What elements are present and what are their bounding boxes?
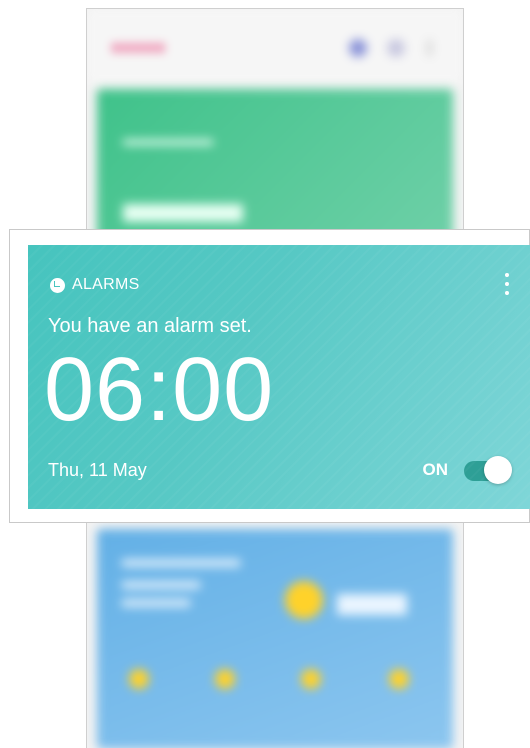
background-settings-icon xyxy=(387,39,405,57)
alarm-card-header: ALARMS xyxy=(50,276,140,294)
more-vertical-icon[interactable] xyxy=(503,273,511,295)
background-card-green: ▬▬▬▬▬ ▬▬ xyxy=(97,89,453,249)
alarm-message: You have an alarm set. xyxy=(48,315,252,337)
toggle-knob xyxy=(484,456,512,484)
background-sun-icon xyxy=(129,669,149,689)
background-weather-line xyxy=(121,581,201,589)
background-sun-icon xyxy=(301,669,321,689)
background-menu-icon xyxy=(427,39,432,57)
alarm-date: Thu, 11 May xyxy=(48,460,147,480)
background-sun-icon xyxy=(215,669,235,689)
background-profile-icon xyxy=(349,39,367,57)
background-weather-line xyxy=(121,599,191,607)
background-weather-line xyxy=(121,559,241,567)
alarm-card-title: ALARMS xyxy=(72,276,140,293)
background-temperature: ▬ xyxy=(337,552,407,630)
alarm-toggle-group: ON xyxy=(422,455,512,485)
background-sun-icon xyxy=(285,581,323,619)
background-sun-icon xyxy=(389,669,409,689)
background-card-subtitle: ▬▬▬▬▬ xyxy=(123,129,213,149)
background-header: ●●●●● xyxy=(87,9,463,83)
alarm-toggle-switch[interactable] xyxy=(462,455,512,485)
background-card-time: ▬▬ xyxy=(123,168,243,235)
background-header-title: ●●●●● xyxy=(111,37,166,57)
background-card-weather: ▬ xyxy=(97,529,453,748)
alarm-widget-frame: ALARMS You have an alarm set. 06:00 Thu,… xyxy=(9,229,530,523)
alarm-time: 06:00 xyxy=(44,340,275,440)
alarm-toggle-label: ON xyxy=(422,460,449,479)
alarm-card[interactable]: ALARMS You have an alarm set. 06:00 Thu,… xyxy=(28,245,530,509)
alarm-clock-icon xyxy=(50,277,65,293)
